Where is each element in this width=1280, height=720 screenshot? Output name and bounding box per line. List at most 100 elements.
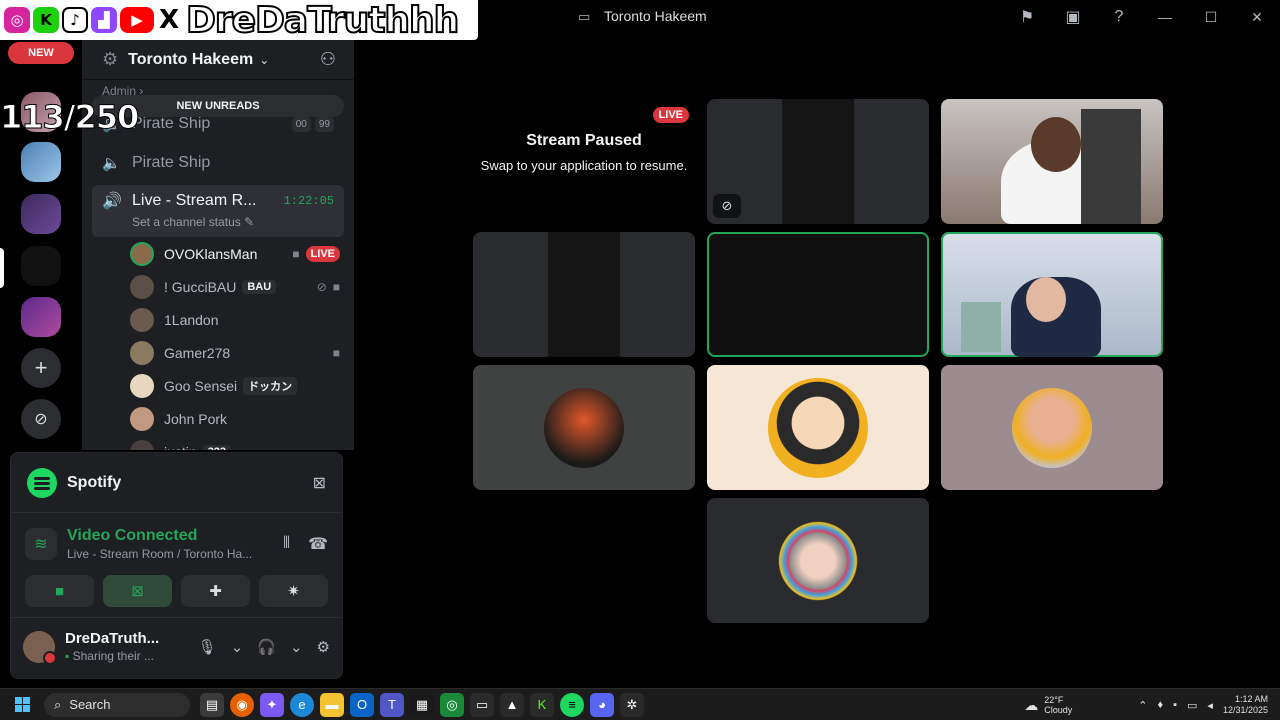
kick-app-icon[interactable]: K (530, 692, 554, 717)
server-icon[interactable] (21, 142, 61, 182)
time: 1:12 AM (1234, 694, 1268, 704)
avatar[interactable] (23, 630, 57, 665)
search-icon: ⌕ (54, 696, 62, 712)
signal-icon[interactable]: ≋ (25, 528, 57, 560)
inbox-icon[interactable]: ▣ (1050, 0, 1096, 34)
connection-channel[interactable]: Live - Stream Room / Toronto Ha... (67, 547, 252, 561)
soundboard-button[interactable]: ✷ (259, 575, 328, 607)
server-icon[interactable] (21, 194, 61, 234)
outlook-icon[interactable]: O (350, 692, 374, 717)
user-name: Gamer278 (164, 345, 231, 361)
video-tile-avatar[interactable] (707, 365, 929, 490)
mic-icon[interactable]: ♦ (1157, 699, 1163, 711)
video-tile-avatar[interactable] (473, 365, 695, 490)
store-icon[interactable]: ▦ (410, 692, 434, 717)
live-badge: LIVE (305, 246, 340, 262)
clock[interactable]: 1:12 AM 12/31/2025 (1223, 694, 1268, 716)
chevron-down-icon[interactable]: ⌄ (231, 638, 244, 656)
search-label: Search (69, 697, 111, 712)
channel-pirate-ship-2[interactable]: 🔈 Pirate Ship (92, 146, 344, 180)
minimize-button[interactable]: — (1142, 0, 1188, 34)
video-tile[interactable]: ⊘ (707, 99, 929, 224)
video-tile-speaking[interactable] (707, 232, 929, 357)
server-icon[interactable] (21, 246, 61, 286)
copilot-icon[interactable]: ✦ (260, 692, 284, 717)
activity-name: Spotify (67, 473, 122, 491)
video-tile-avatar[interactable] (941, 365, 1163, 490)
volume-icon[interactable]: ◂ (1207, 699, 1213, 712)
voice-actions: ■ ⊠ ✚ ✷ (11, 575, 342, 607)
channel-status[interactable]: Set a channel status ✎ (132, 215, 334, 229)
flag-icon[interactable]: ⚑ (1004, 0, 1050, 34)
file-explorer-icon[interactable]: ▬ (320, 692, 344, 717)
voice-user[interactable]: OVOKlansMan ■ LIVE (130, 240, 340, 268)
firefox-icon[interactable]: ◉ (230, 692, 254, 717)
stream-overlay-socials: ◎ K ♪ ▟ ▶ X DreDaTruthhh (0, 0, 478, 42)
stream-paused-tile[interactable]: LIVE Stream Paused Swap to your applicat… (473, 99, 695, 224)
voice-user[interactable]: John Pork (130, 405, 340, 433)
new-pill[interactable]: NEW (8, 42, 74, 64)
close-activity-icon[interactable]: ⊠ (313, 473, 326, 493)
channel-label: Live - Stream R... (132, 192, 257, 209)
maximize-button[interactable]: ☐ (1188, 0, 1234, 34)
edge-icon[interactable]: e (290, 692, 314, 717)
video-tile-speaking[interactable] (941, 232, 1163, 357)
xbox-icon[interactable]: ◎ (440, 692, 464, 717)
disconnect-icon[interactable]: ☎ (308, 534, 328, 554)
camera-button[interactable]: ■ (25, 575, 94, 607)
avatar (130, 407, 154, 431)
network-icon[interactable]: ▭ (1187, 699, 1197, 712)
user-name: OVOKlansMan (164, 246, 258, 262)
system-tray: ☁ 22°F Cloudy ⌃ ♦ ▪ ▭ ◂ 1:12 AM 12/31/202… (1024, 689, 1280, 720)
voice-user[interactable]: Goo Sensei ドッカン (130, 372, 340, 400)
paused-title: Stream Paused (526, 132, 642, 149)
microphone-icon[interactable]: 🎙 (198, 638, 217, 656)
voice-user[interactable]: 1Landon (130, 306, 340, 334)
discord-app-icon[interactable]: ◕ (590, 692, 614, 717)
chevron-up-icon[interactable]: ⌃ (1138, 699, 1147, 712)
chatgpt-icon[interactable]: ✲ (620, 692, 644, 717)
discover-icon[interactable]: ⊘ (21, 399, 61, 439)
voice-user[interactable]: justin 323 (130, 438, 340, 450)
camera-icon: ■ (332, 280, 340, 294)
noise-suppression-icon[interactable]: ⦀ (283, 535, 290, 553)
connection-status: Video Connected (67, 527, 198, 544)
chevron-down-icon[interactable]: ⌄ (290, 638, 303, 656)
help-icon[interactable]: ? (1096, 0, 1142, 34)
channel-live-stream-room[interactable]: 🔊 Live - Stream R... 1:22:05 Set a chann… (92, 185, 344, 237)
invite-people-icon[interactable]: ⚇ (320, 49, 336, 70)
video-tile-avatar[interactable] (707, 498, 929, 623)
voice-user[interactable]: Gamer278 ■ (130, 339, 340, 367)
self-name: DreDaTruth... (65, 630, 160, 647)
headphones-icon[interactable]: 🎧 (257, 638, 276, 656)
speaker-active-icon: 🔊 (102, 193, 122, 210)
camera-icon: ■ (332, 346, 340, 360)
weather-widget[interactable]: ☁ 22°F Cloudy (1024, 695, 1072, 715)
mic-muted-icon: ⊘ (316, 280, 327, 294)
spotify-app-icon[interactable]: ≡ (560, 692, 584, 717)
user-tag: 323 (202, 445, 232, 450)
date: 12/31/2025 (1222, 705, 1268, 715)
teams-icon[interactable]: T (380, 692, 404, 717)
app-tray-icon[interactable]: ▪ (1173, 699, 1177, 711)
title-bar: ▭ Toronto Hakeem ⚑ ▣ ? — ☐ ✕ (478, 0, 1280, 34)
server-header[interactable]: ⚙ Toronto Hakeem ⌄ ⚇ (82, 40, 354, 80)
server-icon[interactable] (21, 297, 61, 337)
photos-icon[interactable]: ▲ (500, 692, 524, 717)
channel-icon: ▭ (578, 9, 591, 24)
video-tile[interactable] (941, 99, 1163, 224)
activities-button[interactable]: ✚ (181, 575, 250, 607)
add-server-icon[interactable]: + (21, 348, 61, 388)
video-tile[interactable] (473, 232, 695, 357)
gear-icon[interactable]: ⚙ (317, 638, 330, 656)
voice-user[interactable]: ! GucciBAU BAU ⊘ ■ (130, 273, 340, 301)
screen-share-button[interactable]: ⊠ (103, 575, 172, 607)
activity-header: Spotify ⊠ (11, 453, 342, 513)
close-button[interactable]: ✕ (1234, 0, 1280, 34)
windows-taskbar: ⌕ Search ▤ ◉ ✦ e ▬ O T ▦ ◎ ▭ ▲ K ≡ ◕ ✲ ☁… (0, 688, 1280, 720)
screen-icon: ▪ (65, 649, 70, 663)
app-icon[interactable]: ▭ (470, 692, 494, 717)
start-button[interactable] (0, 689, 44, 720)
taskbar-search[interactable]: ⌕ Search (44, 692, 190, 717)
task-view-icon[interactable]: ▤ (200, 692, 224, 717)
